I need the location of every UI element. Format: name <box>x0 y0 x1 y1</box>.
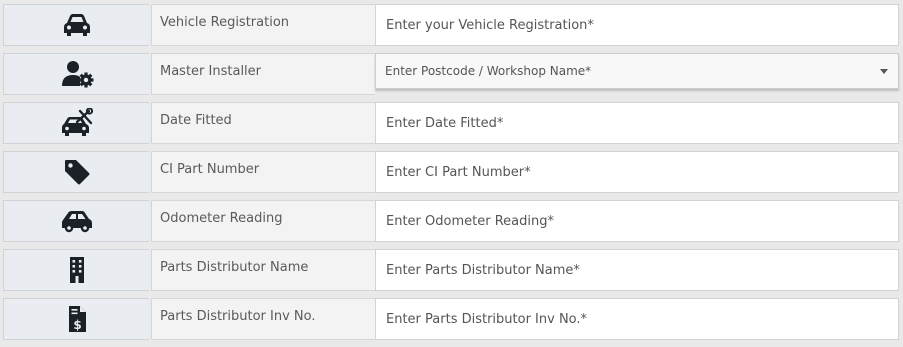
input-wrapper <box>375 249 899 291</box>
input-wrapper <box>375 200 899 242</box>
row-master-installer: Master Installer Enter Postcode / Worksh… <box>3 53 899 95</box>
icon-cell <box>3 249 149 291</box>
row-date-fitted: Date Fitted <box>3 102 899 144</box>
row-odometer-reading: Odometer Reading <box>3 200 899 242</box>
input-wrapper <box>375 298 899 340</box>
row-ci-part-number: CI Part Number <box>3 151 899 193</box>
car-side-icon <box>61 211 92 233</box>
icon-cell <box>3 102 149 144</box>
row-vehicle-registration: Vehicle Registration <box>3 4 899 46</box>
parts-distributor-name-input[interactable] <box>376 250 898 290</box>
parts-distributor-inv-no-input[interactable] <box>376 299 898 339</box>
field-label: Parts Distributor Inv No. <box>151 298 375 340</box>
master-installer-select[interactable]: Enter Postcode / Workshop Name* <box>375 53 899 89</box>
user-gear-icon <box>61 61 93 88</box>
row-parts-distributor-name: Parts Distributor Name <box>3 249 899 291</box>
odometer-reading-input[interactable] <box>376 201 898 241</box>
input-wrapper <box>375 102 899 144</box>
row-parts-distributor-inv-no: $ Parts Distributor Inv No. <box>3 298 899 340</box>
chevron-down-icon <box>880 68 888 74</box>
building-icon <box>69 257 84 283</box>
icon-cell: $ <box>3 298 149 340</box>
tag-icon <box>64 160 89 185</box>
ci-part-number-input[interactable] <box>376 152 898 192</box>
field-label: CI Part Number <box>151 151 375 193</box>
input-wrapper <box>375 151 899 193</box>
select-placeholder: Enter Postcode / Workshop Name* <box>385 64 592 78</box>
field-label: Master Installer <box>151 53 375 95</box>
field-label: Date Fitted <box>151 102 375 144</box>
svg-text:$: $ <box>73 318 81 332</box>
date-fitted-input[interactable] <box>376 103 898 143</box>
icon-cell <box>3 4 149 46</box>
field-label: Parts Distributor Name <box>151 249 375 291</box>
icon-cell <box>3 200 149 242</box>
icon-cell <box>3 53 149 95</box>
car-front-icon <box>63 14 90 36</box>
input-wrapper <box>375 4 899 46</box>
vehicle-registration-input[interactable] <box>376 5 898 45</box>
field-label: Vehicle Registration <box>151 4 375 46</box>
car-wrench-icon <box>61 108 93 136</box>
field-label: Odometer Reading <box>151 200 375 242</box>
fitting-form: Vehicle Registration Master Installer <box>0 0 903 347</box>
icon-cell <box>3 151 149 193</box>
invoice-dollar-icon: $ <box>68 306 86 332</box>
